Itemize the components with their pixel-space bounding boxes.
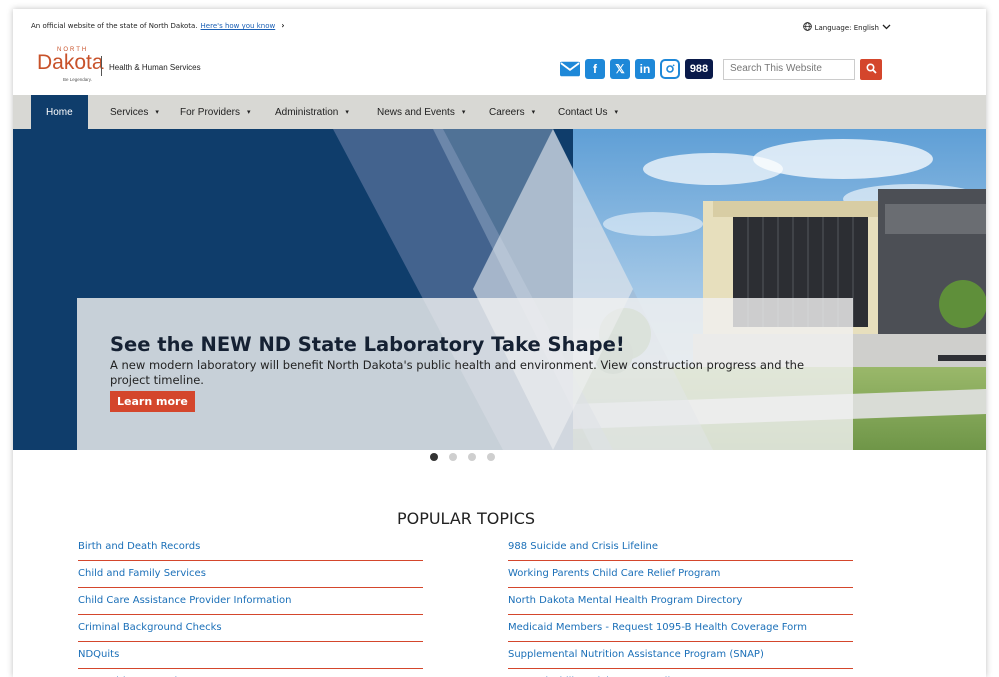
topic-link[interactable]: Working Parents Child Care Relief Progra… (508, 561, 853, 588)
topic-link[interactable]: Child and Family Services (78, 561, 423, 588)
hero-carousel: See the NEW ND State Laboratory Take Sha… (13, 129, 986, 450)
language-selector[interactable]: Language: English (802, 22, 891, 33)
instagram-icon[interactable] (660, 59, 680, 79)
topic-link[interactable]: 988 Suicide and Crisis Lifeline (508, 534, 853, 561)
nd-hhs-logo[interactable]: NORTH Dakota Be Legendary. Health & Huma… (37, 47, 207, 87)
search-input[interactable]: Search This Website (723, 59, 855, 80)
how-you-know-link[interactable]: Here's how you know (201, 22, 276, 30)
topic-link[interactable]: Criminal Background Checks (78, 615, 423, 642)
browser-page: An official website of the state of Nort… (13, 9, 986, 677)
carousel-dot[interactable] (487, 453, 495, 461)
agency-name: Health & Human Services (109, 63, 201, 72)
popular-topics-left-column: Birth and Death Records Child and Family… (78, 534, 423, 677)
caret-down-icon: ▾ (461, 109, 466, 116)
linkedin-icon[interactable]: in (635, 59, 655, 79)
topic-link[interactable]: Child Care Assistance Provider Informati… (78, 588, 423, 615)
language-label: Language: English (814, 23, 879, 32)
main-navigation: Home Services ▾ For Providers ▾ Administra… (13, 95, 986, 129)
carousel-dot[interactable] (468, 453, 476, 461)
nav-label: Contact Us (558, 106, 608, 118)
logo-tagline: Be Legendary. (63, 77, 92, 82)
x-twitter-icon[interactable]: 𝕏 (610, 59, 630, 79)
nav-contact-us[interactable]: Contact Us ▾ (558, 95, 618, 129)
carousel-dot[interactable] (430, 453, 438, 461)
nav-label: News and Events (377, 106, 455, 118)
topic-link[interactable]: North Dakota Mental Health Program Direc… (508, 588, 853, 615)
topic-link[interactable]: Medicaid Members - Request 1095-B Health… (508, 615, 853, 642)
nav-careers[interactable]: Careers ▾ (489, 95, 535, 129)
nav-news-and-events[interactable]: News and Events ▾ (377, 95, 465, 129)
nav-label: Home (46, 106, 73, 118)
logo-divider (101, 56, 102, 76)
official-site-banner: An official website of the state of Nort… (31, 21, 285, 30)
topic-link[interactable]: ND Health Care Task Force (78, 669, 423, 677)
official-text: An official website of the state of Nort… (31, 22, 198, 30)
popular-topics-heading: POPULAR TOPICS (396, 509, 536, 528)
nav-administration[interactable]: Administration ▾ (275, 95, 349, 129)
nav-services[interactable]: Services ▾ (110, 95, 159, 129)
nav-label: Careers (489, 106, 525, 118)
learn-more-button[interactable]: Learn more (110, 391, 195, 412)
facebook-icon[interactable]: f (585, 59, 605, 79)
nav-label: Administration (275, 106, 339, 118)
chevron-right-icon[interactable]: › (281, 21, 284, 30)
nav-label: For Providers (180, 106, 241, 118)
hero-caption: See the NEW ND State Laboratory Take Sha… (77, 298, 853, 450)
crisis-line-988-icon[interactable]: 988 (685, 59, 713, 79)
search-button[interactable] (860, 59, 882, 80)
topic-link[interactable]: Supplemental Nutrition Assistance Progra… (508, 642, 853, 669)
caret-down-icon: ▾ (614, 109, 618, 116)
caret-down-icon: ▾ (247, 109, 251, 116)
chevron-down-icon (882, 24, 891, 32)
caret-down-icon: ▾ (345, 109, 349, 116)
topic-link[interactable]: State Disability Advisory Council (508, 669, 853, 677)
social-links: f 𝕏 in 988 (560, 59, 713, 79)
topic-link[interactable]: Birth and Death Records (78, 534, 423, 561)
hero-description: A new modern laboratory will benefit Nor… (110, 358, 805, 387)
nav-for-providers[interactable]: For Providers ▾ (180, 95, 251, 129)
hero-title: See the NEW ND State Laboratory Take Sha… (110, 333, 625, 356)
email-icon[interactable] (560, 59, 580, 79)
nav-label: Services (110, 106, 149, 118)
caret-down-icon: ▾ (155, 109, 159, 116)
caret-down-icon: ▾ (531, 109, 536, 116)
globe-icon (802, 22, 812, 33)
carousel-indicators (430, 453, 495, 461)
topic-link[interactable]: NDQuits (78, 642, 423, 669)
popular-topics-right-column: 988 Suicide and Crisis Lifeline Working … (508, 534, 853, 677)
carousel-dot[interactable] (449, 453, 457, 461)
nav-home[interactable]: Home (31, 95, 88, 129)
logo-dakota: Dakota (37, 51, 104, 74)
search-icon (865, 61, 877, 79)
